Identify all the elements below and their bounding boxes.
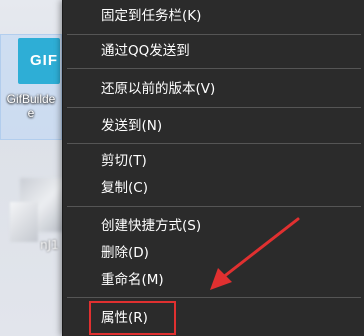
menu-item-send-to[interactable]: 发送到(N) — [63, 113, 364, 139]
menu-separator — [67, 107, 361, 108]
desktop-icon-label-line2: e — [27, 106, 35, 120]
menu-separator — [67, 68, 361, 69]
menu-item-copy[interactable]: 复制(C) — [63, 175, 364, 201]
menu-separator — [67, 297, 361, 298]
desktop-icon-label-line1: GifBuilde — [6, 92, 56, 106]
menu-item-rename[interactable]: 重命名(M) — [63, 267, 364, 293]
menu-separator — [67, 34, 361, 35]
gifbuilder-app-icon[interactable]: GIF — [18, 38, 60, 84]
menu-separator — [67, 206, 361, 207]
context-menu: 固定到任务栏(K) 通过QQ发送到 还原以前的版本(V) 发送到(N) 剪切(T… — [62, 0, 364, 336]
menu-item-send-via-qq[interactable]: 通过QQ发送到 — [63, 38, 364, 64]
menu-item-pin-to-taskbar[interactable]: 固定到任务栏(K) — [63, 3, 364, 29]
menu-item-cut[interactable]: 剪切(T) — [63, 148, 364, 174]
menu-separator — [67, 143, 361, 144]
menu-item-delete[interactable]: 删除(D) — [63, 240, 364, 266]
menu-item-restore-previous-versions[interactable]: 还原以前的版本(V) — [63, 76, 364, 102]
blurred-icon-label: nJ1 — [40, 238, 59, 252]
blurred-file-icon[interactable] — [10, 202, 38, 242]
properties-highlight-box — [89, 301, 176, 335]
desktop-icon-label[interactable]: GifBuilde e — [0, 92, 62, 120]
menu-item-create-shortcut[interactable]: 创建快捷方式(S) — [63, 213, 364, 239]
